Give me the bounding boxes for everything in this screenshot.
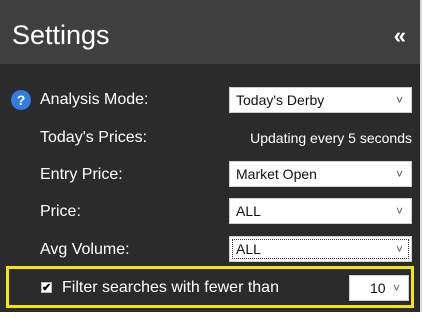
todays-prices-value: Updating every 5 seconds <box>250 130 412 146</box>
chevron-down-icon: ˅ <box>395 242 403 256</box>
avg-volume-select[interactable]: ALL ˅ <box>229 236 412 262</box>
analysis-mode-value: Today's Derby <box>236 92 325 108</box>
settings-header: Settings « <box>0 0 420 64</box>
price-label: Price: <box>40 203 81 220</box>
avg-volume-label: Avg Volume: <box>40 241 130 258</box>
chevron-down-icon: ˅ <box>395 167 403 181</box>
filter-highlight-box <box>6 266 414 308</box>
entry-price-label: Entry Price: <box>40 166 123 183</box>
todays-prices-label: Today's Prices: <box>40 129 148 146</box>
analysis-mode-label: Analysis Mode: <box>40 91 149 108</box>
analysis-mode-select[interactable]: Today's Derby ˅ <box>229 87 412 113</box>
chevron-down-icon: ˅ <box>395 93 403 107</box>
price-value: ALL <box>236 203 261 219</box>
chevron-down-icon: ˅ <box>395 204 403 218</box>
panel-title: Settings <box>12 20 110 50</box>
collapse-icon[interactable]: « <box>394 25 406 47</box>
entry-price-value: Market Open <box>236 166 317 182</box>
price-select[interactable]: ALL ˅ <box>229 198 412 224</box>
avg-volume-value: ALL <box>236 241 261 257</box>
help-icon[interactable]: ? <box>11 90 31 110</box>
entry-price-select[interactable]: Market Open ˅ <box>229 161 412 187</box>
